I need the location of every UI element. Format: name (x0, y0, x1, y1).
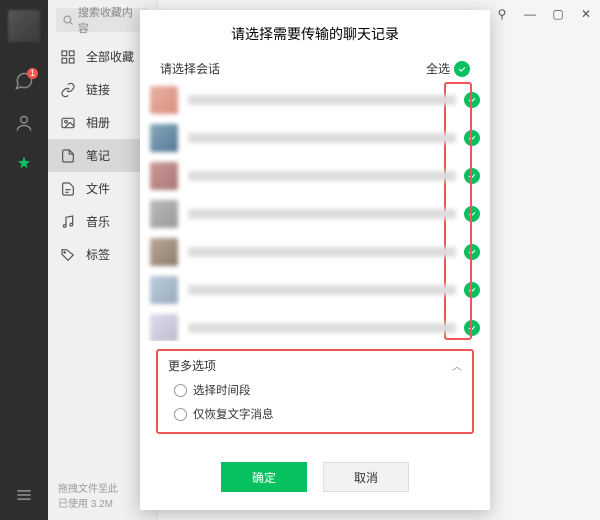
collapse-icon[interactable]: ︿ (452, 358, 462, 373)
radio-icon (174, 408, 187, 421)
image-icon (60, 115, 76, 131)
chat-avatar (150, 162, 178, 190)
sidebar-item-label: 链接 (86, 81, 110, 98)
check-icon (454, 61, 470, 77)
chat-row[interactable] (144, 195, 486, 233)
search-input[interactable]: 搜索收藏内容 (56, 8, 149, 32)
sidebar-item-label: 全部收藏 (86, 48, 134, 65)
chat-row[interactable] (144, 81, 486, 119)
chat-avatar (150, 200, 178, 228)
cancel-button[interactable]: 取消 (323, 462, 409, 492)
sidebar-item-label: 文件 (86, 180, 110, 197)
radio-icon (174, 384, 187, 397)
chat-avatar (150, 238, 178, 266)
chat-name (188, 285, 456, 295)
sidebar-item-label: 音乐 (86, 213, 110, 230)
close-button[interactable]: ✕ (572, 0, 600, 28)
transfer-chat-modal: 请选择需要传输的聊天记录 请选择会话 全选 更多选项 ︿ (140, 10, 490, 510)
chat-avatar (150, 276, 178, 304)
note-icon (60, 148, 76, 164)
menu-icon[interactable] (13, 484, 35, 506)
sidebar-item-label: 笔记 (86, 147, 110, 164)
confirm-button[interactable]: 确定 (221, 462, 307, 492)
footer-hint: 拖拽文件至此 (58, 482, 147, 497)
chat-icon[interactable]: 1 (13, 70, 35, 92)
chat-avatar (150, 124, 178, 152)
pin-button[interactable]: ⚲ (488, 0, 516, 28)
chat-name (188, 209, 456, 219)
chat-name (188, 247, 456, 257)
chat-avatar (150, 86, 178, 114)
option-time-range[interactable]: 选择时间段 (174, 382, 462, 398)
chat-avatar (150, 314, 178, 341)
chat-row[interactable] (144, 119, 486, 157)
tag-icon (60, 247, 76, 263)
favorites-icon[interactable] (13, 154, 35, 176)
music-icon (60, 214, 76, 230)
option-text-only[interactable]: 仅恢复文字消息 (174, 406, 462, 422)
user-avatar[interactable] (8, 10, 40, 42)
sidebar-item-label: 相册 (86, 114, 110, 131)
chat-row[interactable] (144, 271, 486, 309)
chat-row[interactable] (144, 157, 486, 195)
window-controls: ⚲ — ▢ ✕ (488, 0, 600, 28)
select-all-label: 全选 (426, 60, 450, 77)
footer-usage: 已使用 3.2M (58, 497, 147, 512)
left-rail: 1 (0, 0, 48, 520)
modal-title: 请选择需要传输的聊天记录 (140, 10, 490, 54)
search-icon (62, 14, 74, 26)
sidebar-item-label: 标签 (86, 246, 110, 263)
contacts-icon[interactable] (13, 112, 35, 134)
chat-name (188, 133, 456, 143)
chat-name (188, 95, 456, 105)
chat-row[interactable] (144, 309, 486, 341)
modal-footer: 确定 取消 (140, 446, 490, 510)
link-icon (60, 82, 76, 98)
chat-row[interactable] (144, 233, 486, 271)
chat-name (188, 171, 456, 181)
maximize-button[interactable]: ▢ (544, 0, 572, 28)
more-options-label[interactable]: 更多选项 (168, 357, 216, 374)
search-placeholder: 搜索收藏内容 (78, 4, 143, 36)
option-time-range-label: 选择时间段 (193, 382, 251, 398)
chat-name (188, 323, 456, 333)
chat-session-list (140, 81, 490, 341)
select-all-toggle[interactable]: 全选 (426, 60, 470, 77)
select-session-label: 请选择会话 (160, 60, 220, 77)
file-icon (60, 181, 76, 197)
option-text-only-label: 仅恢复文字消息 (193, 406, 274, 422)
chat-badge: 1 (27, 68, 38, 79)
grid-icon (60, 49, 76, 65)
minimize-button[interactable]: — (516, 0, 544, 28)
more-options-panel: 更多选项 ︿ 选择时间段 仅恢复文字消息 (156, 349, 474, 434)
